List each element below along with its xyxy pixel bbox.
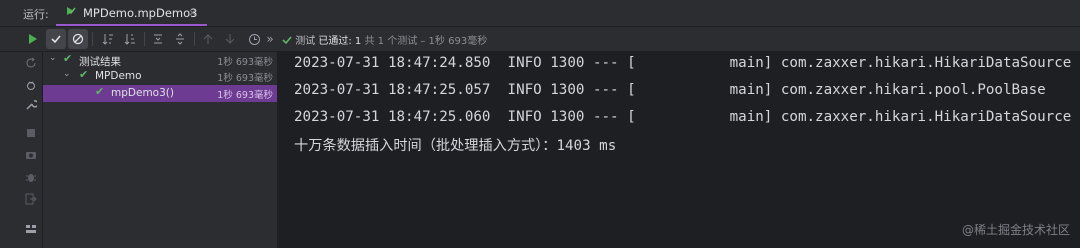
- collapse-all-icon[interactable]: [170, 29, 190, 49]
- toolbar-divider: [92, 32, 93, 46]
- bug-icon[interactable]: [24, 170, 38, 184]
- tree-item-time: 1秒 693毫秒: [217, 57, 273, 68]
- stop-sign-icon[interactable]: [68, 29, 88, 49]
- run-icon[interactable]: [22, 29, 42, 49]
- test-results-tree: ⌄ ✔ 测试结果 1秒 693毫秒 ⌄ ✔ MPDemo 1秒 693毫秒 ✔ …: [43, 52, 278, 248]
- stop-icon[interactable]: [24, 126, 38, 140]
- toolbar-divider: [144, 32, 145, 46]
- run-label: 运行:: [23, 8, 49, 21]
- test-status: 测试 已通过: 1 共 1 个测试 – 1秒 693毫秒: [282, 32, 487, 47]
- console-output[interactable]: 2023-07-31 18:47:24.850 INFO 1300 --- [ …: [278, 52, 1080, 248]
- tree-item-label: mpDemo3(): [111, 87, 174, 99]
- tab-title: MPDemo.mpDemo3: [83, 6, 198, 20]
- console-line: 2023-07-31 18:47:25.060 INFO 1300 --- [ …: [294, 109, 1072, 125]
- tree-item-label: 测试结果: [79, 56, 121, 68]
- test-toolbar: » 测试 已通过: 1 共 1 个测试 – 1秒 693毫秒: [0, 27, 1080, 52]
- tree-item-test-results[interactable]: ⌄ ✔ 测试结果 1秒 693毫秒: [43, 52, 277, 69]
- run-tool-window-header: 运行: MPDemo.mpDemo3 ×: [0, 0, 1080, 27]
- exit-icon[interactable]: [24, 192, 38, 206]
- console-line: 十万条数据插入时间（批处理插入方式）：1403 ms: [294, 138, 617, 154]
- tab-mpdemo-mpdemo3[interactable]: MPDemo.mpDemo3 ×: [56, 0, 207, 26]
- console-line: 2023-07-31 18:47:24.850 INFO 1300 --- [ …: [294, 55, 1072, 71]
- status-prefix: 测试: [295, 36, 316, 47]
- camera-icon[interactable]: [24, 148, 38, 162]
- chevron-down-icon[interactable]: ⌄: [49, 53, 57, 63]
- tree-item-time: 1秒 693毫秒: [217, 90, 273, 101]
- layout-icon[interactable]: [24, 222, 38, 236]
- arrow-down-icon[interactable]: [220, 29, 240, 49]
- check-icon: [282, 36, 292, 45]
- junit-icon: [67, 7, 76, 15]
- toolbar-divider: [194, 32, 195, 46]
- chevron-down-icon[interactable]: ⌄: [63, 69, 71, 79]
- wrench-icon[interactable]: [24, 98, 38, 112]
- sort-alpha-icon[interactable]: [98, 29, 118, 49]
- debug-icon[interactable]: [24, 78, 38, 92]
- rerun-failed-icon[interactable]: [24, 56, 38, 70]
- chevron-more-icon[interactable]: »: [260, 29, 280, 49]
- check-icon: ✔: [79, 68, 89, 81]
- expand-all-icon[interactable]: [148, 29, 168, 49]
- tree-item-mpdemo3[interactable]: ✔ mpDemo3() 1秒 693毫秒: [43, 85, 277, 102]
- tree-item-label: MPDemo: [95, 70, 142, 82]
- sort-duration-icon[interactable]: [120, 29, 140, 49]
- watermark: @稀土掘金技术社区: [961, 223, 1070, 237]
- show-passed-check-icon[interactable]: [46, 29, 66, 49]
- status-passed: 已通过: 1: [318, 36, 362, 47]
- tree-item-mpdemo[interactable]: ⌄ ✔ MPDemo 1秒 693毫秒: [43, 68, 277, 85]
- console-line: 2023-07-31 18:47:25.057 INFO 1300 --- [ …: [294, 82, 1046, 98]
- check-icon: ✔: [63, 52, 73, 65]
- check-icon: ✔: [95, 85, 105, 98]
- arrow-up-icon[interactable]: [198, 29, 218, 49]
- tree-item-time: 1秒 693毫秒: [217, 73, 273, 84]
- close-icon[interactable]: ×: [188, 6, 197, 19]
- left-icon-strip: [0, 52, 43, 248]
- status-count: 共 1 个测试 – 1秒 693毫秒: [364, 36, 488, 47]
